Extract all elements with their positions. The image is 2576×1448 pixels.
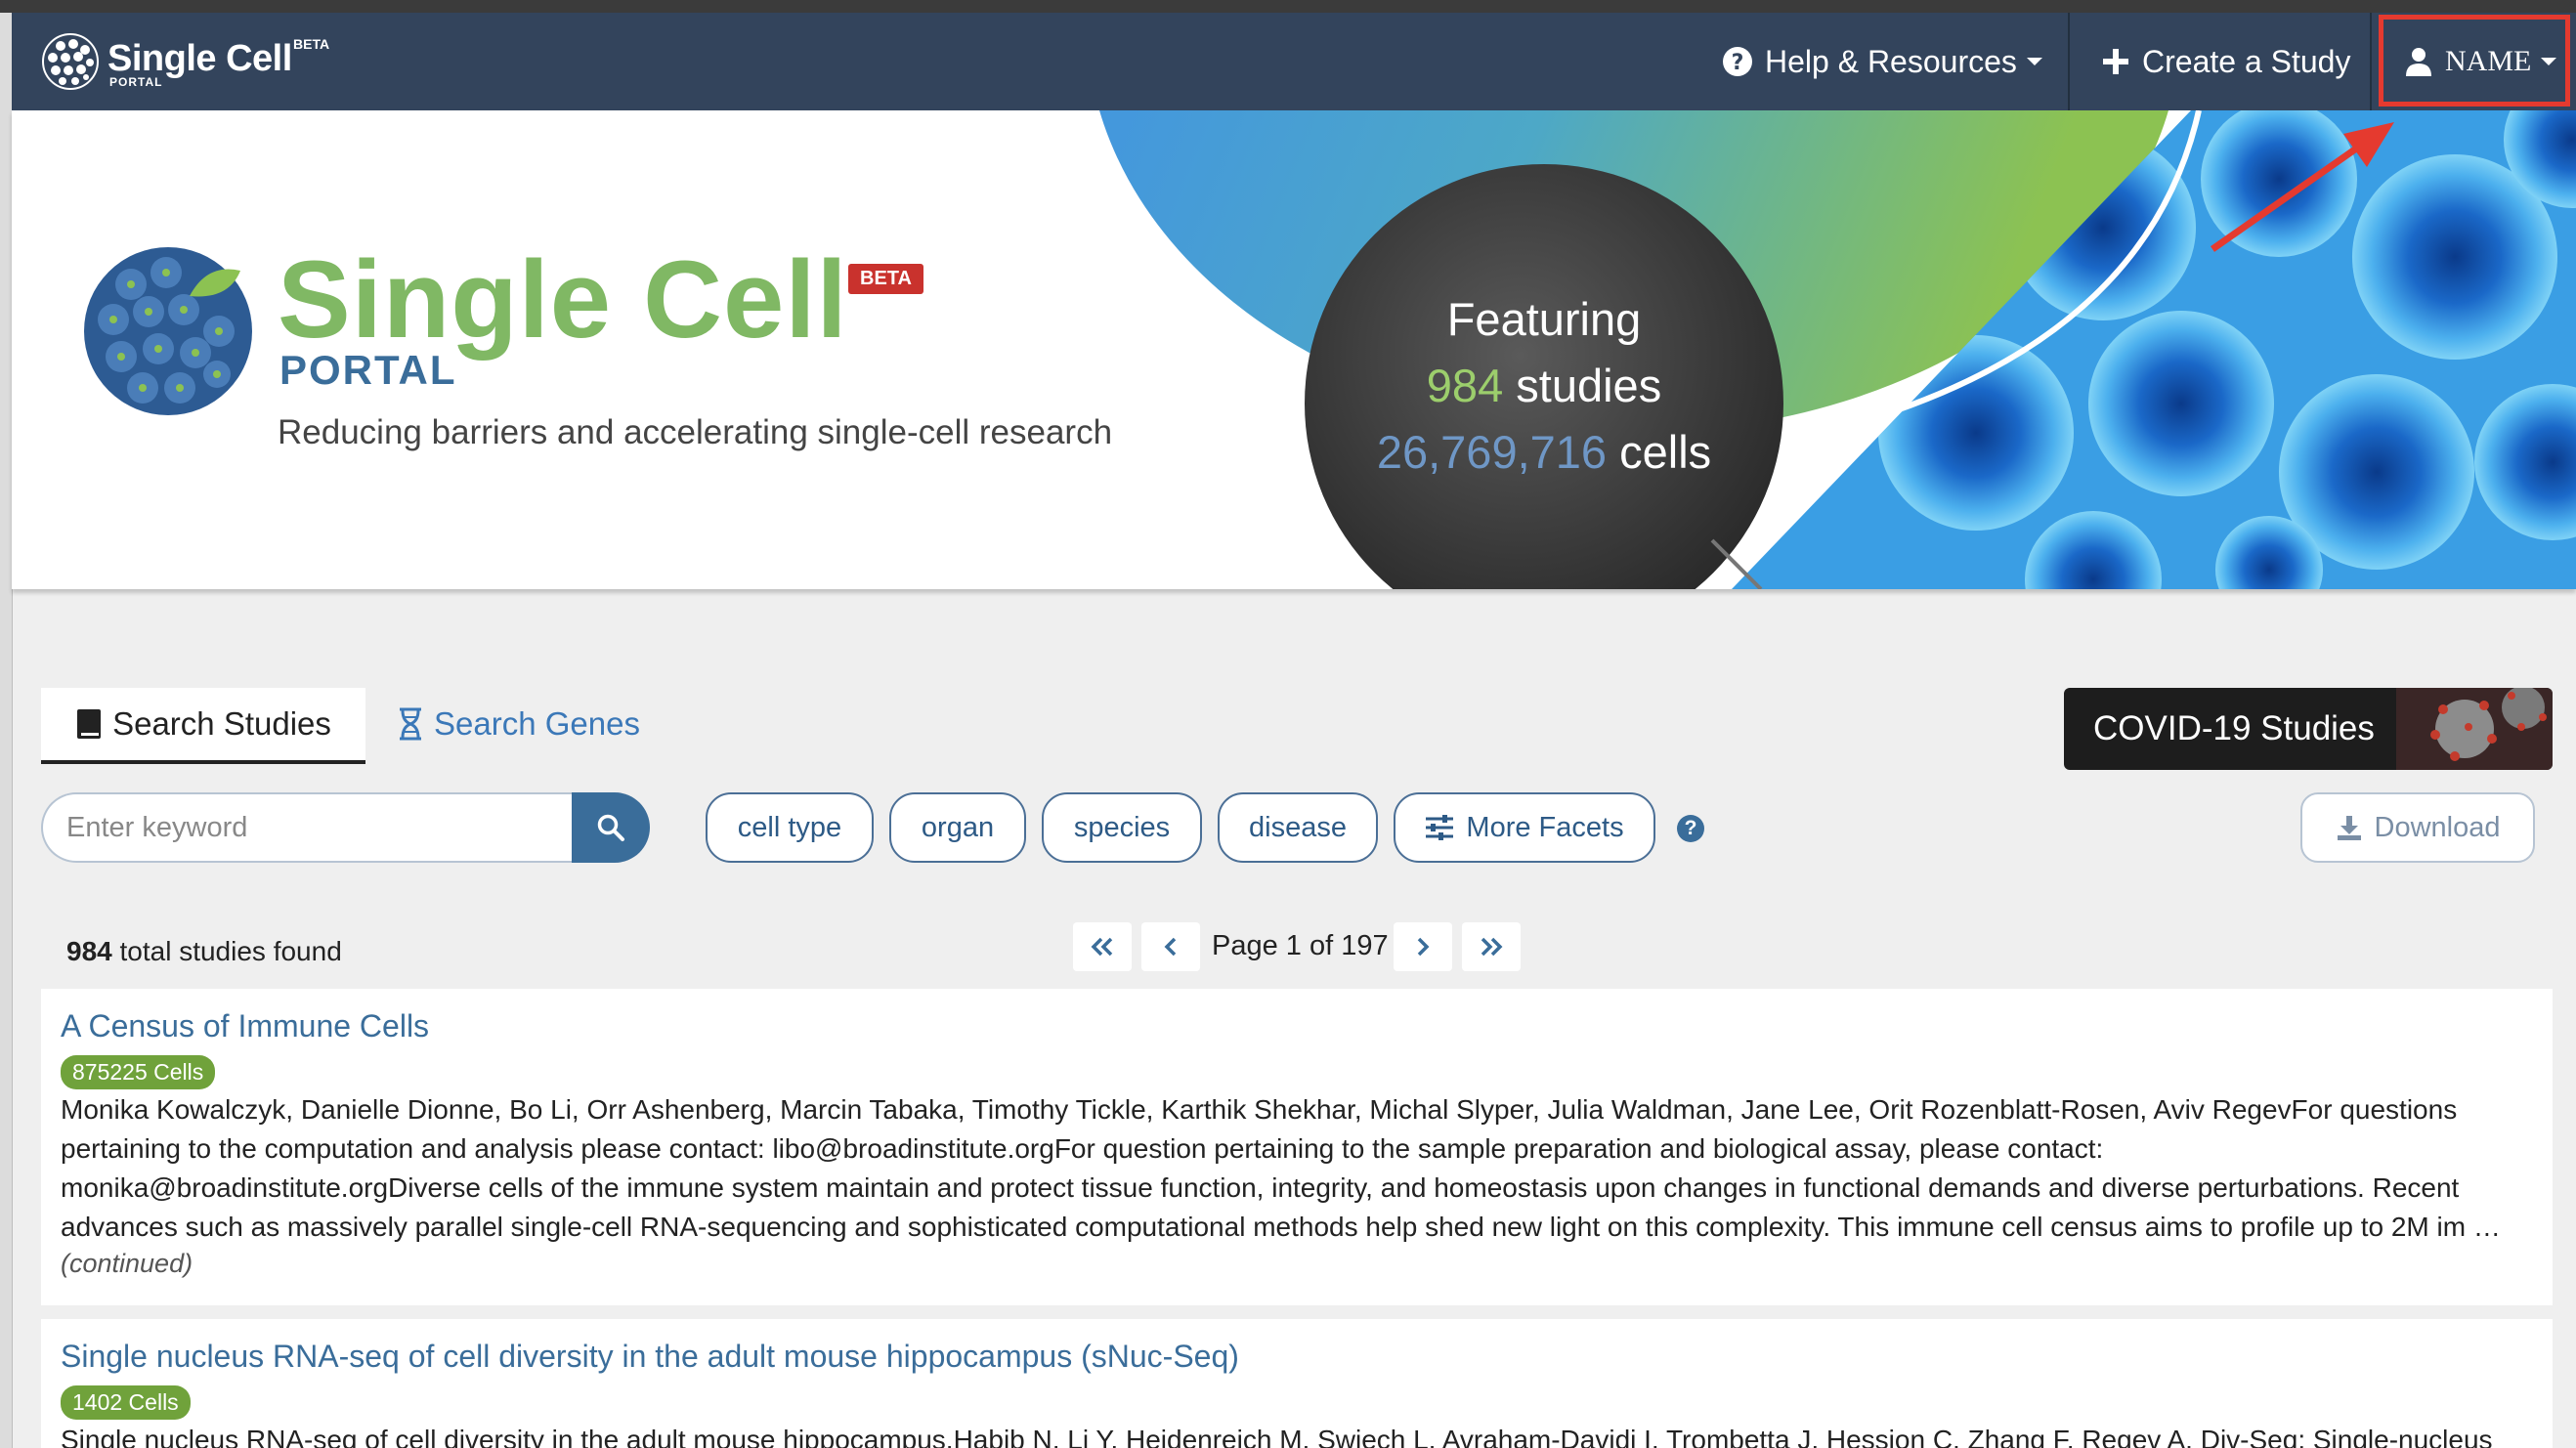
double-left-icon [1091,937,1113,957]
svg-text:?: ? [1732,51,1744,75]
virus-image [2396,688,2553,770]
navbar-divider [2370,13,2372,110]
covid-studies-label: COVID-19 Studies [2093,709,2375,747]
download-icon [2337,816,2361,840]
annotation-arrow [2210,122,2394,252]
results-count-label: total studies found [119,936,342,966]
page: Single Cell BETA PORTAL ? Help & Resourc… [0,0,2576,1448]
user-menu[interactable]: NAME [2404,13,2557,110]
tab-search-genes[interactable]: Search Genes [397,688,640,760]
help-resources-menu[interactable]: ? Help & Resources [1722,13,2042,110]
study-description: Monika Kowalczyk, Danielle Dionne, Bo Li… [61,1094,2501,1242]
facet-organ[interactable]: organ [889,792,1026,863]
prev-page-button[interactable] [1141,922,1200,971]
facet-species-label: species [1073,811,1171,843]
top-navbar: Single Cell BETA PORTAL ? Help & Resourc… [12,13,2576,110]
brand-title: Single Cell [107,38,292,79]
navbar-divider [2068,13,2070,110]
left-icon [1164,937,1177,957]
hourglass-icon [400,707,421,741]
study-title-link[interactable]: A Census of Immune Cells [61,1008,429,1044]
help-resources-label: Help & Resources [1765,43,2017,79]
more-facets-button[interactable]: More Facets [1394,792,1655,863]
create-study-link[interactable]: Create a Study [2101,13,2350,110]
create-study-label: Create a Study [2142,43,2351,79]
book-icon [77,709,102,739]
double-right-icon [1481,937,1503,957]
right-icon [1417,937,1430,957]
search-input[interactable] [41,792,573,863]
study-description: Single nucleus RNA-seq of cell diversity… [61,1425,2493,1448]
search-icon [597,814,624,841]
download-label: Download [2374,811,2501,843]
facet-organ-label: organ [921,811,995,843]
browser-top-strip [0,0,2576,13]
brand-subtitle: PORTAL [109,75,163,89]
continued-label: (continued) [61,1249,193,1278]
next-page-button[interactable] [1394,922,1452,971]
question-circle-icon: ? [1723,47,1752,76]
study-title-link[interactable]: Single nucleus RNA-seq of cell diversity… [61,1339,1239,1375]
tab-search-studies-label: Search Studies [112,705,331,742]
brand-beta-label: BETA [293,36,330,52]
user-menu-label: NAME [2445,45,2532,77]
facet-disease[interactable]: disease [1218,792,1378,863]
facet-disease-label: disease [1249,811,1347,843]
chevron-down-icon [2541,58,2557,65]
facet-cell-type-label: cell type [737,811,842,843]
more-facets-label: More Facets [1466,811,1624,843]
covid-studies-button[interactable]: COVID-19 Studies [2064,688,2553,770]
hero-banner: Single Cell BETA PORTAL Reducing barrier… [12,110,2576,589]
download-button[interactable]: Download [2300,792,2535,863]
brand-logo-icon [42,33,99,90]
navbar-brand[interactable]: Single Cell BETA PORTAL [41,32,362,91]
facets-help-icon[interactable]: ? [1677,815,1704,842]
search-button[interactable] [572,792,650,863]
last-page-button[interactable] [1462,922,1521,971]
sliders-icon [1426,815,1454,840]
facet-species[interactable]: species [1042,792,1202,863]
results-count: 984 total studies found [66,936,342,967]
results-count-number: 984 [66,936,112,966]
brand-text: Single Cell BETA PORTAL [107,32,362,91]
study-card: A Census of Immune Cells 875225 Cells Mo… [41,989,2553,1305]
cell-count-badge: 875225 Cells [61,1055,216,1089]
user-icon [2406,48,2431,76]
study-card: Single nucleus RNA-seq of cell diversity… [41,1319,2553,1448]
facet-cell-type[interactable]: cell type [706,792,874,863]
tab-search-studies[interactable]: Search Studies [41,688,365,764]
tab-search-genes-label: Search Genes [434,705,640,742]
chevron-down-icon [2026,58,2042,65]
plus-icon [2103,49,2128,74]
cell-count-badge: 1402 Cells [61,1385,191,1420]
first-page-button[interactable] [1073,922,1132,971]
page-indicator: Page 1 of 197 [1212,930,1389,961]
